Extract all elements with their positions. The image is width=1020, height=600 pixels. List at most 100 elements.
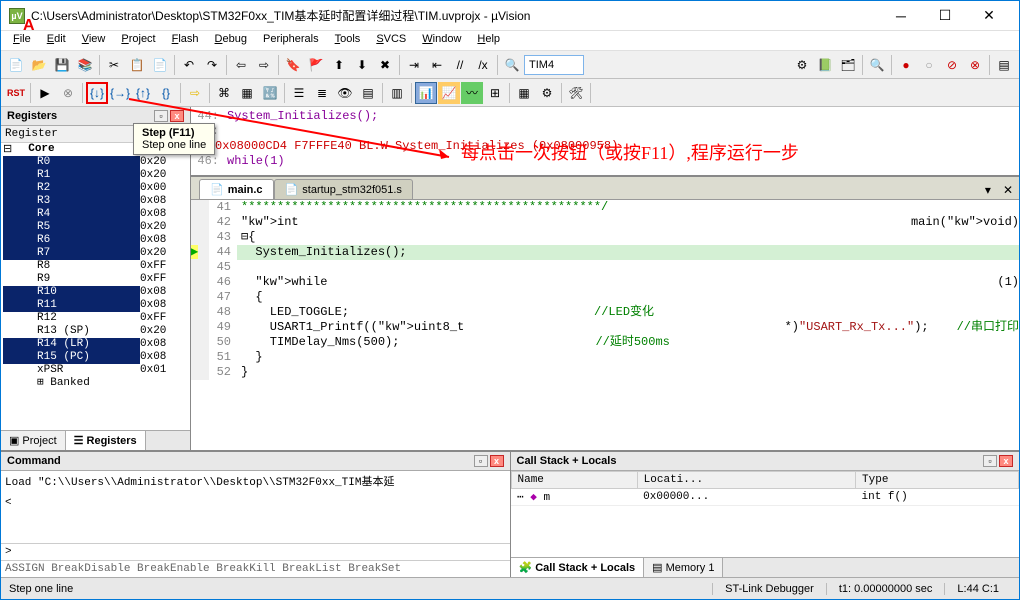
bp-killall-icon[interactable]: ⊗ (964, 54, 986, 76)
menu-project[interactable]: Project (113, 31, 163, 50)
cmd-window-icon[interactable]: ⌘ (213, 82, 235, 104)
bp-disable-icon[interactable]: ○ (918, 54, 940, 76)
pane-pin-icon[interactable]: ▫ (154, 110, 168, 122)
editor-line[interactable]: 41**************************************… (191, 200, 1019, 215)
saveall-icon[interactable]: 📚 (74, 54, 96, 76)
debug-icon[interactable]: 🔍 (866, 54, 888, 76)
register-row[interactable]: R00x20 (1, 156, 190, 169)
show-next-icon[interactable]: ⇨ (184, 82, 206, 104)
disasm-window-icon[interactable]: ▦ (236, 82, 258, 104)
stop-icon[interactable]: ⊗ (57, 82, 79, 104)
register-row[interactable]: ⊞ Banked (1, 377, 190, 390)
minimize-button[interactable]: ─ (879, 2, 923, 30)
editor-line[interactable]: 47 { (191, 290, 1019, 305)
tab-main-c[interactable]: 📄 main.c (199, 179, 274, 199)
flag-icon[interactable]: 🚩 (305, 54, 327, 76)
toolbox-icon[interactable]: 🛠 (565, 82, 587, 104)
editor-line[interactable]: 46 "kw">while(1) (191, 275, 1019, 290)
register-list[interactable]: CoreR00x20R10x20R20x00R30x08R40x08R50x20… (1, 143, 190, 430)
redo-icon[interactable]: ↷ (201, 54, 223, 76)
register-row[interactable]: R13 (SP)0x20 (1, 325, 190, 338)
la-icon[interactable]: 〰 (461, 82, 483, 104)
menu-svcs[interactable]: SVCS (368, 31, 414, 50)
perf-icon[interactable]: ⊞ (484, 82, 506, 104)
tab-callstack[interactable]: 🧩 Call Stack + Locals (511, 558, 645, 577)
register-row[interactable]: R70x20 (1, 247, 190, 260)
menu-peripherals[interactable]: Peripherals (255, 31, 327, 50)
books-icon[interactable]: 📗 (814, 54, 836, 76)
new-icon[interactable]: 📄 (5, 54, 27, 76)
analysis-icon[interactable]: 📊 (415, 82, 437, 104)
register-row[interactable]: xPSR0x01 (1, 364, 190, 377)
nav-back-icon[interactable]: ⇦ (230, 54, 252, 76)
register-row[interactable]: R110x08 (1, 299, 190, 312)
config-icon[interactable]: ⚙ (791, 54, 813, 76)
tab-dropdown-icon[interactable]: ▾ (979, 181, 997, 199)
editor-line[interactable]: 49 USART1_Printf(("kw">uint8_t*)"USART_R… (191, 320, 1019, 335)
pane-pin-icon[interactable]: ▫ (983, 455, 997, 467)
watch-icon[interactable]: 👁 (334, 82, 356, 104)
editor-line[interactable]: 42"kw">int main("kw">void) (191, 215, 1019, 230)
undo-icon[interactable]: ↶ (178, 54, 200, 76)
menu-view[interactable]: View (74, 31, 114, 50)
indent-icon[interactable]: ⇥ (403, 54, 425, 76)
close-button[interactable]: ✕ (967, 2, 1011, 30)
target-combo[interactable]: TIM4 (524, 55, 584, 75)
clear-bm-icon[interactable]: ✖ (374, 54, 396, 76)
uncomment-icon[interactable]: /x (472, 54, 494, 76)
bp-insert-icon[interactable]: ● (895, 54, 917, 76)
callstack-icon[interactable]: ≣ (311, 82, 333, 104)
bookmark-icon[interactable]: 🔖 (282, 54, 304, 76)
window-layout-icon[interactable]: ▤ (993, 54, 1015, 76)
menu-flash[interactable]: Flash (164, 31, 207, 50)
copy-icon[interactable]: 📋 (126, 54, 148, 76)
menu-tools[interactable]: Tools (327, 31, 369, 50)
menu-window[interactable]: Window (414, 31, 469, 50)
trace-icon[interactable]: 📈 (438, 82, 460, 104)
find-icon[interactable]: 🔍 (501, 54, 523, 76)
register-row[interactable]: R50x20 (1, 221, 190, 234)
open-icon[interactable]: 📂 (28, 54, 50, 76)
step-over-icon[interactable]: {→} (109, 82, 131, 104)
register-row[interactable]: R100x08 (1, 286, 190, 299)
register-row[interactable]: R80xFF (1, 260, 190, 273)
symbols-icon[interactable]: 🔣 (259, 82, 281, 104)
callstack-table[interactable]: NameLocati...Type ⋯ ◆ m 0x00000... int f… (511, 471, 1020, 506)
outdent-icon[interactable]: ⇤ (426, 54, 448, 76)
source-editor[interactable]: 41**************************************… (191, 200, 1019, 450)
tab-close-icon[interactable]: ✕ (997, 181, 1019, 199)
pane-pin-icon[interactable]: ▫ (474, 455, 488, 467)
maximize-button[interactable]: ☐ (923, 2, 967, 30)
editor-line[interactable]: 43⊟{ (191, 230, 1019, 245)
registers-icon[interactable]: ☰ (288, 82, 310, 104)
menu-help[interactable]: Help (469, 31, 508, 50)
register-row[interactable]: R90xFF (1, 273, 190, 286)
register-row[interactable]: R40x08 (1, 208, 190, 221)
run-icon[interactable]: ▶ (34, 82, 56, 104)
tab-startup-s[interactable]: 📄 startup_stm32f051.s (274, 179, 413, 199)
editor-line[interactable]: 48 LED_TOGGLE;//LED变化 (191, 305, 1019, 320)
run-to-cursor-icon[interactable]: {} (155, 82, 177, 104)
cut-icon[interactable]: ✂ (103, 54, 125, 76)
editor-line[interactable]: ▶44 System_Initializes(); (191, 245, 1019, 260)
pane-close-icon[interactable]: x (170, 110, 184, 122)
command-output[interactable]: Load "C:\\Users\\Administrator\\Desktop\… (1, 471, 510, 543)
callstack-row[interactable]: ⋯ ◆ m 0x00000... int f() (511, 489, 1019, 506)
register-row[interactable]: R60x08 (1, 234, 190, 247)
coverage-icon[interactable]: ▦ (513, 82, 535, 104)
reset-icon[interactable]: RST (5, 82, 27, 104)
paste-icon[interactable]: 📄 (149, 54, 171, 76)
tab-memory[interactable]: ▤ Memory 1 (644, 558, 723, 577)
memory-icon[interactable]: ▤ (357, 82, 379, 104)
register-row[interactable]: R15 (PC)0x08 (1, 351, 190, 364)
pane-close-icon[interactable]: x (490, 455, 504, 467)
register-row[interactable]: R10x20 (1, 169, 190, 182)
tab-registers[interactable]: ☰ Registers (66, 431, 146, 450)
register-row[interactable]: R30x08 (1, 195, 190, 208)
serial-icon[interactable]: ▥ (386, 82, 408, 104)
editor-line[interactable]: 52} (191, 365, 1019, 380)
register-row[interactable]: R120xFF (1, 312, 190, 325)
register-row[interactable]: R14 (LR)0x08 (1, 338, 190, 351)
step-out-icon[interactable]: {↑} (132, 82, 154, 104)
editor-line[interactable]: 51 } (191, 350, 1019, 365)
